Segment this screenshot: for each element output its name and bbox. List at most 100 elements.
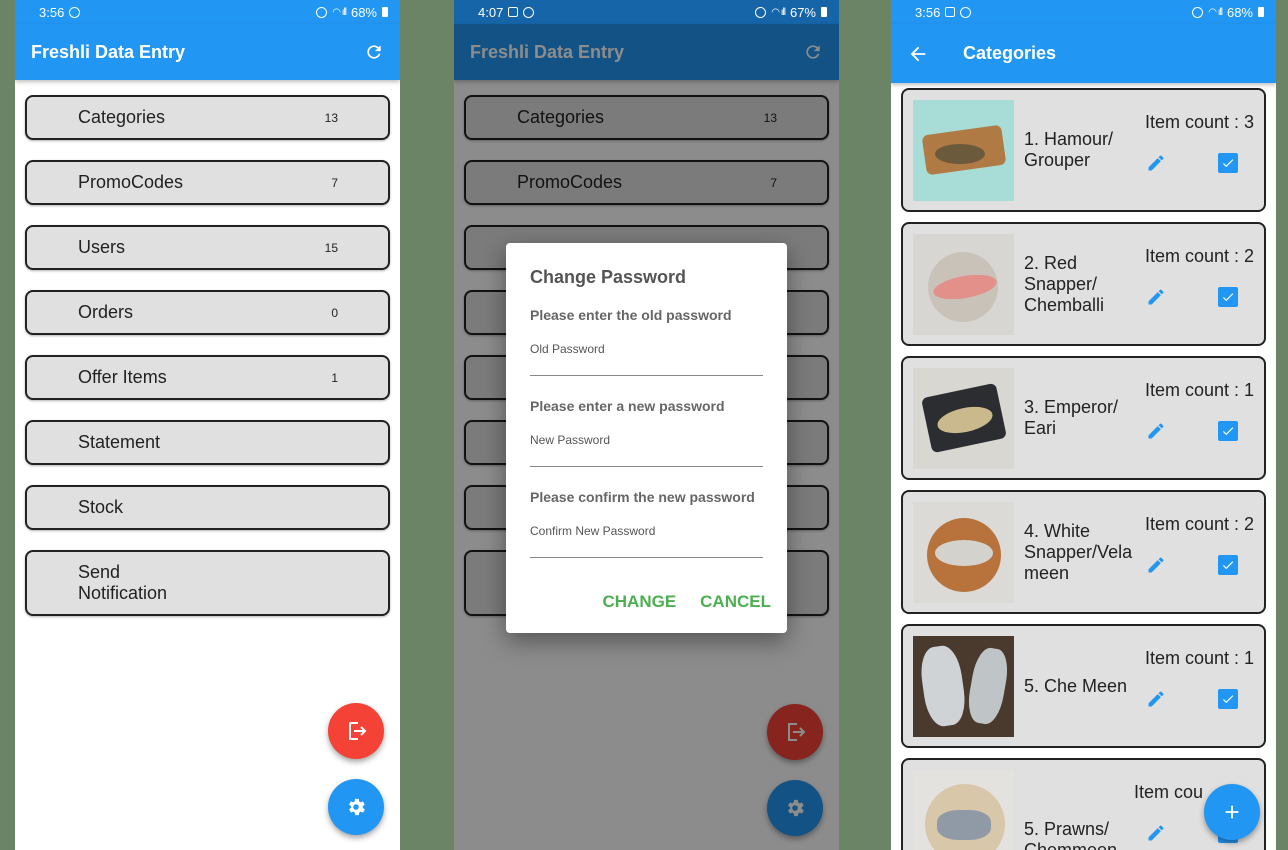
dialog-title: Change Password [530,267,687,287]
active-checkbox[interactable] [1218,555,1238,575]
edit-icon[interactable] [1146,689,1166,709]
menu-item-label: Stock [78,497,124,517]
back-arrow-icon[interactable] [907,43,929,65]
check-icon [1222,293,1234,302]
edit-icon[interactable] [1146,421,1166,441]
battery-level: 68% [350,4,377,20]
battery-icon [382,7,388,17]
menu-item-promocodes[interactable]: PromoCodes 7 [25,160,390,205]
category-image [913,635,1014,737]
battery-level: 68% [1226,4,1253,20]
category-name: 2. Red Snapper/ Chemballi [1024,252,1105,315]
edit-icon[interactable] [1146,555,1166,575]
battery-icon [821,7,827,17]
category-image [913,99,1014,201]
status-bar: 3:56 ◠ ıll 68% [15,0,400,24]
menu-item-categories[interactable]: Categories 13 [25,95,390,140]
battery-icon [1258,7,1264,17]
signal-icon: ◠ ıll [1208,6,1223,18]
logout-icon [349,722,367,740]
category-name: 4. White Snapper/Vela meen [1024,520,1133,583]
gallery-icon [508,7,519,17]
active-checkbox[interactable] [1218,153,1238,173]
menu-item-count: 1 [331,370,338,385]
battery-level: 67% [789,4,816,20]
menu-item-statement[interactable]: Statement [25,420,390,465]
app-title: Freshli Data Entry [31,41,186,62]
item-count: Item count : 1 [1144,648,1254,668]
app-bar: Freshli Data Entry [15,24,400,80]
menu-item-orders[interactable]: Orders 0 [25,290,390,335]
alarm-icon [1192,6,1204,18]
status-time: 3:56 [39,4,65,20]
old-password-field[interactable]: Old Password [530,342,763,376]
whatsapp-icon [69,6,81,18]
category-list: 1. Hamour/ Grouper Item count : 3 2. Red… [891,83,1276,850]
dialog-actions: CHANGE CANCEL [602,592,771,612]
menu-item-count: 0 [331,305,338,320]
plus-icon [1225,805,1239,819]
new-password-field[interactable]: New Password [530,433,763,467]
check-icon [1222,561,1234,570]
menu-item-stock[interactable]: Stock [25,485,390,530]
category-card[interactable]: 3. Emperor/ Eari Item count : 1 [901,356,1266,480]
menu-item-label: Categories [78,107,166,127]
app-bar: Categories [891,24,1276,83]
active-checkbox[interactable] [1218,421,1238,441]
item-count: Item count : 3 [1144,112,1254,132]
alarm-icon [755,6,767,18]
check-icon [1222,159,1234,168]
new-password-prompt: Please enter a new password [530,398,725,414]
menu-item-label: PromoCodes [78,172,184,192]
menu-item-users[interactable]: Users 15 [25,225,390,270]
menu-item-label: Send Notification [78,562,168,603]
category-name: 1. Hamour/ Grouper [1024,129,1114,170]
menu-item-label: Offer Items [78,367,167,387]
edit-icon[interactable] [1146,823,1166,843]
item-count: Item count : 2 [1144,246,1254,266]
category-name: 3. Emperor/ Eari [1024,397,1119,438]
menu-item-offer-items[interactable]: Offer Items 1 [25,355,390,400]
change-password-screen: 4:07 ◠ ıll 67% Freshli Data Entry Catego… [454,0,839,850]
alarm-icon [316,6,328,18]
status-time: 4:07 [478,4,504,20]
category-image [913,769,1014,850]
logout-button[interactable] [328,703,384,759]
status-bar: 3:56 ◠ ıll 68% [891,0,1276,24]
signal-icon: ◠ ıll [771,6,786,18]
category-card[interactable]: 2. Red Snapper/ Chemballi Item count : 2 [901,222,1266,346]
category-card[interactable]: 5. Che Meen Item count : 1 [901,624,1266,748]
categories-screen: 3:56 ◠ ıll 68% Categories 1. Hamour/ Gro… [891,0,1276,850]
confirm-password-field[interactable]: Confirm New Password [530,524,763,558]
active-checkbox[interactable] [1218,689,1238,709]
item-count: Item count : 1 [1144,380,1254,400]
home-screen: 3:56 ◠ ıll 68% Freshli Data Entry Catego… [15,0,400,850]
category-card[interactable]: 4. White Snapper/Vela meen Item count : … [901,490,1266,614]
status-bar: 4:07 ◠ ıll 67% [454,0,839,24]
settings-button[interactable] [328,779,384,835]
whatsapp-icon [960,6,972,18]
category-image [913,233,1014,335]
edit-icon[interactable] [1146,153,1166,173]
category-card[interactable]: 1. Hamour/ Grouper Item count : 3 [901,88,1266,212]
status-time: 3:56 [915,4,941,20]
category-name: 5. Che Meen [1024,675,1128,696]
page-title: Categories [963,43,1057,63]
check-icon [1222,427,1234,436]
menu-item-count: 13 [324,110,338,125]
change-button[interactable]: CHANGE [602,592,676,612]
refresh-icon[interactable] [364,42,384,62]
add-category-button[interactable] [1204,784,1260,840]
menu-item-label: Orders [78,302,134,322]
old-password-prompt: Please enter the old password [530,307,732,323]
menu-item-send-notification[interactable]: Send Notification [25,550,390,616]
change-password-dialog: Change Password Please enter the old pas… [506,243,787,633]
cancel-button[interactable]: CANCEL [700,592,771,612]
signal-icon: ◠ ıll [332,6,347,18]
gear-icon [349,798,365,816]
edit-icon[interactable] [1146,287,1166,307]
menu-item-label: Users [78,237,126,257]
check-icon [1222,695,1234,704]
category-image [913,367,1014,469]
active-checkbox[interactable] [1218,287,1238,307]
